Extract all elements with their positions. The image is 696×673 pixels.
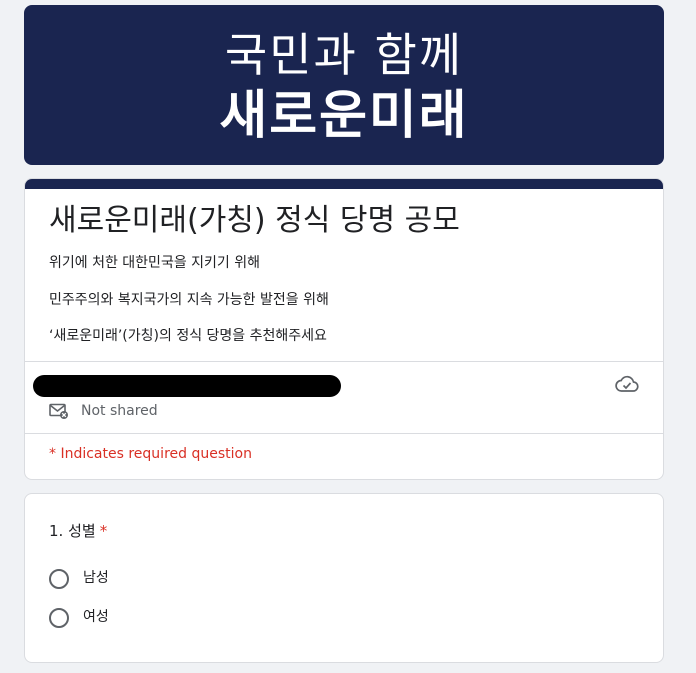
title-card-accent-bar bbox=[25, 179, 663, 189]
required-asterisk: * bbox=[99, 522, 108, 540]
mail-off-icon bbox=[49, 403, 69, 419]
redacted-account-email bbox=[33, 375, 341, 397]
radio-option-label: 여성 bbox=[83, 609, 109, 625]
not-shared-label: Not shared bbox=[81, 403, 158, 419]
question-card: 1. 성별 * 남성 여성 bbox=[24, 493, 664, 663]
form-title: 새로운미래(가칭) 정식 당명 공모 bbox=[49, 203, 460, 238]
required-divider bbox=[25, 433, 663, 434]
cloud-saved-icon[interactable] bbox=[615, 375, 639, 393]
radio-button[interactable] bbox=[49, 608, 69, 628]
form-description-line: 민주주의와 복지국가의 지속 가능한 발전을 위해 bbox=[49, 292, 329, 308]
banner-party-name: 새로운미래 bbox=[219, 86, 469, 146]
header-banner: 국민과 함께 새로운미래 bbox=[24, 5, 664, 165]
question-title-text: 1. 성별 bbox=[49, 522, 96, 540]
form-title-card: 새로운미래(가칭) 정식 당명 공모 위기에 처한 대한민국을 지키기 위해 민… bbox=[24, 178, 664, 480]
required-question-note: * Indicates required question bbox=[49, 446, 252, 462]
account-divider bbox=[25, 361, 663, 362]
radio-button[interactable] bbox=[49, 569, 69, 589]
form-description-line: 위기에 처한 대한민국을 지키기 위해 bbox=[49, 255, 260, 271]
radio-option-label: 남성 bbox=[83, 570, 109, 586]
question-title: 1. 성별 * bbox=[49, 520, 107, 542]
form-description-line: ‘새로운미래’(가칭)의 정식 당명을 추천해주세요 bbox=[49, 328, 327, 344]
banner-headline: 국민과 함께 bbox=[224, 28, 464, 82]
